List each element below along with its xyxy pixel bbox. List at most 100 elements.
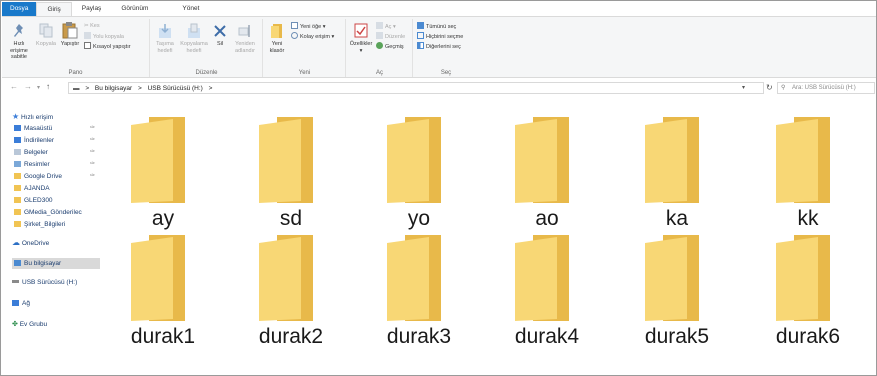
navigation-pane: ★ Hızlı erişim Masaüstü ✑ İndirilenler ✑… (2, 101, 102, 371)
tab-view[interactable]: Görünüm (111, 2, 158, 16)
pin-icon (14, 24, 23, 37)
nav-onedrive-label: OneDrive (21, 240, 50, 247)
invert-selection-button[interactable]: Diğerlerini seç (417, 42, 461, 51)
breadcrumb-separator: > (137, 85, 142, 92)
pin-icon[interactable]: ✑ (90, 159, 95, 170)
nav-pictures[interactable]: Resimler ✑ (14, 159, 114, 170)
delete-icon (214, 25, 226, 37)
breadcrumb-separator: > (208, 85, 213, 92)
nav-usb-drive[interactable]: USB Sürücüsü (H:) (12, 277, 112, 288)
pin-icon[interactable]: ✑ (90, 123, 95, 134)
folder-item[interactable]: durak5 (617, 215, 737, 348)
copy-path-button[interactable]: Yolu kopyala (84, 32, 124, 41)
nav-quick-access[interactable]: ★ Hızlı erişim (12, 111, 112, 122)
nav-ajanda[interactable]: AJANDA (14, 183, 114, 194)
breadcrumb-this-pc[interactable]: Bu bilgisayar (95, 85, 132, 92)
cut-button[interactable]: ✂ Kes (84, 22, 100, 31)
folder-item[interactable]: ay (103, 97, 223, 230)
nav-gmedia-label: GMedia_Gönderilec (24, 209, 82, 216)
documents-icon (14, 149, 21, 155)
nav-sirket-label: Şirket_Bilgileri (24, 221, 66, 228)
refresh-icon[interactable]: ↻ (766, 83, 773, 92)
copy-label: Kopyala (36, 41, 56, 47)
copy-button[interactable]: Kopyala (35, 23, 57, 48)
new-folder-button[interactable]: Yeni klasör (266, 23, 288, 54)
search-input[interactable]: ⚲ Ara: USB Sürücüsü (H:) (777, 82, 875, 94)
edit-icon (376, 32, 383, 39)
nav-downloads[interactable]: İndirilenler ✑ (14, 135, 114, 146)
tab-share[interactable]: Paylaş (72, 2, 112, 16)
pin-icon[interactable]: ✑ (90, 147, 95, 158)
nav-onedrive[interactable]: ☁ OneDrive (12, 237, 112, 248)
folder-item[interactable]: ka (617, 97, 737, 230)
move-label-2: hedefi (157, 47, 173, 54)
new-folder-label-2: klasör (269, 47, 285, 54)
folder-icon (14, 185, 21, 191)
delete-button[interactable]: Sil (211, 23, 229, 48)
back-arrow-icon[interactable]: ← (10, 82, 18, 91)
properties-button[interactable]: Özellikler ▾ (348, 23, 374, 54)
edit-button[interactable]: Düzenle (376, 32, 405, 41)
folder-item[interactable]: ao (487, 97, 607, 230)
up-arrow-icon[interactable]: ↑ (46, 82, 50, 91)
history-button[interactable]: Geçmiş (376, 42, 404, 51)
edit-label: Düzenle (385, 34, 406, 40)
pin-quick-access-button[interactable]: Hızlı erişime sabitle (4, 23, 34, 61)
copy-to-button[interactable]: Kopyalama hedefi (179, 23, 209, 54)
easy-access-button[interactable]: Kolay erişim ▾ (291, 32, 334, 41)
folder-item[interactable]: yo (359, 97, 479, 230)
nav-gled300[interactable]: GLED300 (14, 195, 114, 206)
forward-arrow-icon[interactable]: → (24, 82, 32, 91)
folder-icon (515, 235, 569, 321)
nav-documents[interactable]: Belgeler ✑ (14, 147, 114, 158)
select-all-button[interactable]: Tümünü seç (417, 22, 456, 31)
pin-icon[interactable]: ✑ (90, 171, 95, 182)
folder-item[interactable]: durak6 (748, 215, 868, 348)
nav-desktop[interactable]: Masaüstü ✑ (14, 123, 114, 134)
address-row: ← → ▾ ↑ ▬ > Bu bilgisayar > USB Sürücüsü… (2, 79, 876, 97)
nav-sirket[interactable]: Şirket_Bilgileri (14, 219, 114, 230)
nav-network[interactable]: Ağ (12, 298, 112, 309)
folder-item[interactable]: durak2 (231, 215, 351, 348)
move-to-button[interactable]: Taşıma hedefi (153, 23, 177, 54)
tab-home[interactable]: Giriş (36, 2, 72, 16)
paste-button[interactable]: Yapıştır (58, 21, 82, 48)
rename-label-1: Yeniden (235, 41, 255, 47)
drive-icon (12, 280, 19, 283)
select-none-button[interactable]: Hiçbirini seçme (417, 32, 463, 41)
new-item-icon (291, 22, 298, 29)
tab-manage[interactable]: Yönet (172, 2, 209, 16)
address-bar[interactable]: ▬ > Bu bilgisayar > USB Sürücüsü (H:) > … (68, 82, 764, 94)
nav-gmedia[interactable]: GMedia_Gönderilec (14, 207, 102, 218)
folder-item[interactable]: durak4 (487, 215, 607, 348)
nav-this-pc[interactable]: Bu bilgisayar (12, 258, 100, 269)
new-item-button[interactable]: Yeni öğe ▾ (291, 22, 326, 31)
rename-button[interactable]: Yeniden adlandır (231, 23, 259, 54)
recent-chevron-icon[interactable]: ▾ (37, 84, 40, 91)
select-all-icon (417, 22, 424, 29)
address-dropdown-icon[interactable]: ▾ (742, 83, 745, 94)
copy-path-label: Yolu kopyala (93, 34, 124, 40)
nav-google-drive[interactable]: Google Drive ✑ (14, 171, 114, 182)
breadcrumb-usb-drive[interactable]: USB Sürücüsü (H:) (148, 85, 203, 92)
open-button[interactable]: Aç ▾ (376, 22, 396, 31)
pin-icon[interactable]: ✑ (90, 135, 95, 146)
folder-icon (387, 235, 441, 321)
folder-item[interactable]: durak1 (103, 215, 223, 348)
paste-shortcut-button[interactable]: Kısayol yapıştır (84, 42, 131, 51)
folder-item[interactable]: sd (231, 97, 351, 230)
folder-item[interactable]: kk (748, 97, 868, 230)
nav-documents-label: Belgeler (24, 149, 48, 156)
folder-item[interactable]: durak3 (359, 215, 479, 348)
rename-label-2: adlandır (235, 47, 255, 54)
properties-dropdown-icon[interactable]: ▾ (348, 48, 374, 55)
folder-label: durak5 (644, 325, 710, 348)
invert-selection-icon (417, 42, 424, 49)
tab-file[interactable]: Dosya (2, 2, 37, 16)
folder-label: durak1 (130, 325, 196, 348)
select-group-label: Seç (440, 70, 452, 76)
nav-homegroup[interactable]: ✤ Ev Grubu (12, 319, 112, 330)
folder-label: durak3 (386, 325, 452, 348)
folder-icon (131, 117, 185, 203)
folder-icon (14, 173, 21, 179)
